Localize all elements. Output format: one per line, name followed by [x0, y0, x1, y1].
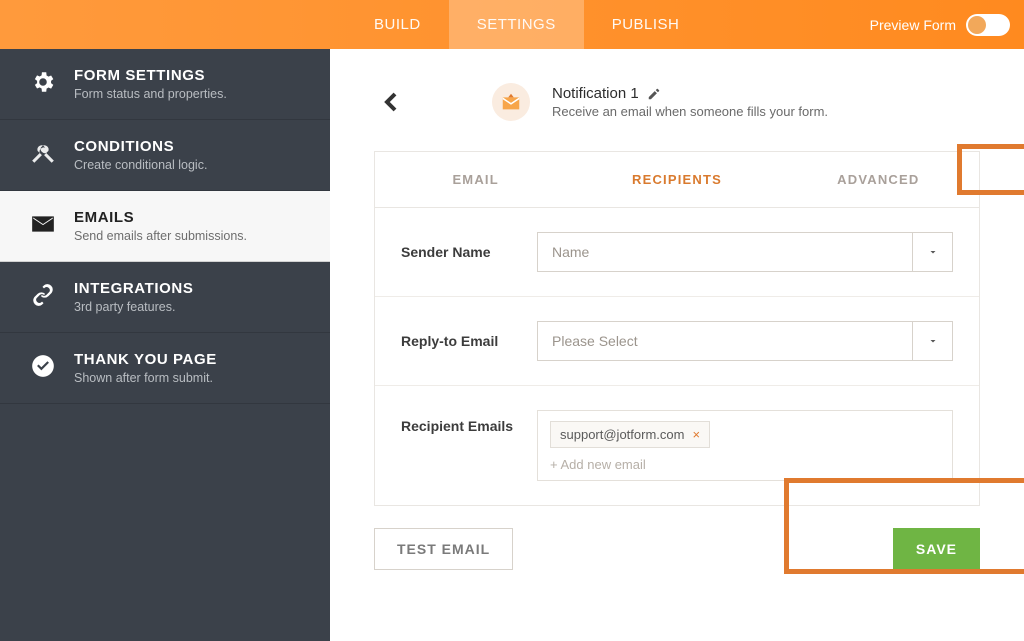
sidebar-title: FORM SETTINGS	[74, 67, 227, 84]
row-recipient-emails: Recipient Emails support@jotform.com × +…	[375, 386, 979, 505]
topbar-tabs: BUILD SETTINGS PUBLISH	[346, 0, 707, 49]
sidebar-text: CONDITIONS Create conditional logic.	[74, 138, 207, 172]
select-value: Please Select	[552, 333, 638, 349]
label-recipient-emails: Recipient Emails	[401, 410, 519, 434]
sidebar-title: EMAILS	[74, 209, 247, 226]
envelope-icon	[28, 209, 58, 239]
back-button[interactable]	[380, 90, 404, 114]
top-bar: BUILD SETTINGS PUBLISH Preview Form	[0, 0, 1024, 49]
sidebar-item-integrations[interactable]: INTEGRATIONS 3rd party features.	[0, 262, 330, 333]
label-sender-name: Sender Name	[401, 244, 519, 260]
edit-title-button[interactable]	[647, 87, 661, 101]
test-email-button[interactable]: TEST EMAIL	[374, 528, 513, 570]
preview-toggle[interactable]	[966, 14, 1010, 36]
check-circle-icon	[28, 351, 58, 381]
tab-publish[interactable]: PUBLISH	[584, 0, 708, 49]
sidebar-sub: Create conditional logic.	[74, 158, 207, 172]
row-reply-to: Reply-to Email Please Select	[375, 297, 979, 386]
preview-form-label: Preview Form	[870, 17, 956, 33]
sidebar-item-thank-you[interactable]: THANK YOU PAGE Shown after form submit.	[0, 333, 330, 404]
notification-title: Notification 1	[552, 85, 639, 102]
header-row: Notification 1 Receive an email when som…	[374, 83, 980, 121]
chip-text: support@jotform.com	[560, 427, 684, 442]
topbar-spacer	[0, 0, 346, 49]
email-chip: support@jotform.com ×	[550, 421, 710, 448]
sidebar-text: EMAILS Send emails after submissions.	[74, 209, 247, 243]
topbar-right: Preview Form	[870, 0, 1024, 49]
sidebar-item-conditions[interactable]: CONDITIONS Create conditional logic.	[0, 120, 330, 191]
panel-tab-recipients[interactable]: RECIPIENTS	[576, 152, 777, 207]
footer-row: TEST EMAIL SAVE	[374, 528, 980, 570]
sidebar-text: FORM SETTINGS Form status and properties…	[74, 67, 227, 101]
row-sender-name: Sender Name Name	[375, 208, 979, 297]
select-value: Name	[552, 244, 589, 260]
sidebar-sub: 3rd party features.	[74, 300, 193, 314]
remove-email-button[interactable]: ×	[692, 427, 700, 442]
label-reply-to: Reply-to Email	[401, 333, 519, 349]
form-section: Sender Name Name Reply-to Email Please S…	[375, 208, 979, 505]
sidebar-title: THANK YOU PAGE	[74, 351, 217, 368]
settings-panel: EMAIL RECIPIENTS ADVANCED Sender Name Na…	[374, 151, 980, 506]
header-texts: Notification 1 Receive an email when som…	[552, 85, 828, 119]
chevron-down-icon	[912, 233, 952, 271]
save-button[interactable]: SAVE	[893, 528, 980, 570]
sidebar-item-emails[interactable]: EMAILS Send emails after submissions.	[0, 191, 330, 262]
toggle-knob	[968, 16, 986, 34]
select-reply-to[interactable]: Please Select	[537, 321, 953, 361]
chevron-down-icon	[912, 322, 952, 360]
tools-icon	[28, 138, 58, 168]
sidebar-sub: Shown after form submit.	[74, 371, 217, 385]
recipient-emails-input[interactable]: support@jotform.com × + Add new email	[537, 410, 953, 481]
body: FORM SETTINGS Form status and properties…	[0, 49, 1024, 641]
add-email-button[interactable]: + Add new email	[550, 457, 940, 472]
main-content: Notification 1 Receive an email when som…	[330, 49, 1024, 641]
select-sender-name[interactable]: Name	[537, 232, 953, 272]
tab-settings[interactable]: SETTINGS	[449, 0, 584, 49]
tab-build[interactable]: BUILD	[346, 0, 449, 49]
panel-tab-advanced[interactable]: ADVANCED	[778, 152, 979, 207]
gear-icon	[28, 67, 58, 97]
sidebar-item-form-settings[interactable]: FORM SETTINGS Form status and properties…	[0, 49, 330, 120]
sidebar-sub: Send emails after submissions.	[74, 229, 247, 243]
panel-tabs: EMAIL RECIPIENTS ADVANCED	[375, 152, 979, 208]
sidebar-text: THANK YOU PAGE Shown after form submit.	[74, 351, 217, 385]
sidebar-sub: Form status and properties.	[74, 87, 227, 101]
panel-tab-email[interactable]: EMAIL	[375, 152, 576, 207]
sidebar-title: INTEGRATIONS	[74, 280, 193, 297]
notification-desc: Receive an email when someone fills your…	[552, 104, 828, 119]
link-icon	[28, 280, 58, 310]
notification-icon	[492, 83, 530, 121]
sidebar-text: INTEGRATIONS 3rd party features.	[74, 280, 193, 314]
sidebar: FORM SETTINGS Form status and properties…	[0, 49, 330, 641]
sidebar-title: CONDITIONS	[74, 138, 207, 155]
